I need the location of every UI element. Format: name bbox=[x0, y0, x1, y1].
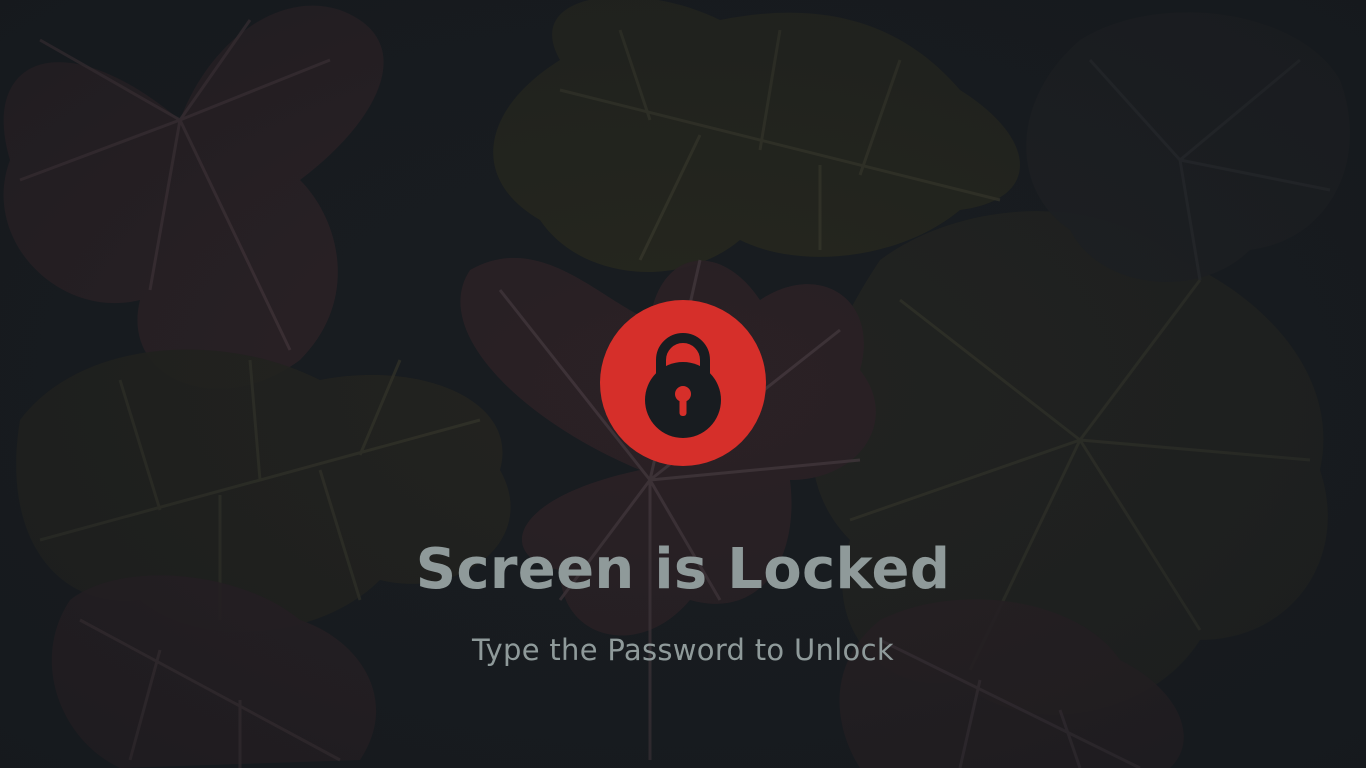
lock-screen: Screen is Locked Type the Password to Un… bbox=[0, 0, 1366, 768]
lock-badge bbox=[600, 300, 766, 466]
lock-title: Screen is Locked bbox=[415, 537, 951, 602]
lock-subtitle: Type the Password to Unlock bbox=[472, 633, 894, 667]
padlock-icon bbox=[645, 333, 721, 438]
